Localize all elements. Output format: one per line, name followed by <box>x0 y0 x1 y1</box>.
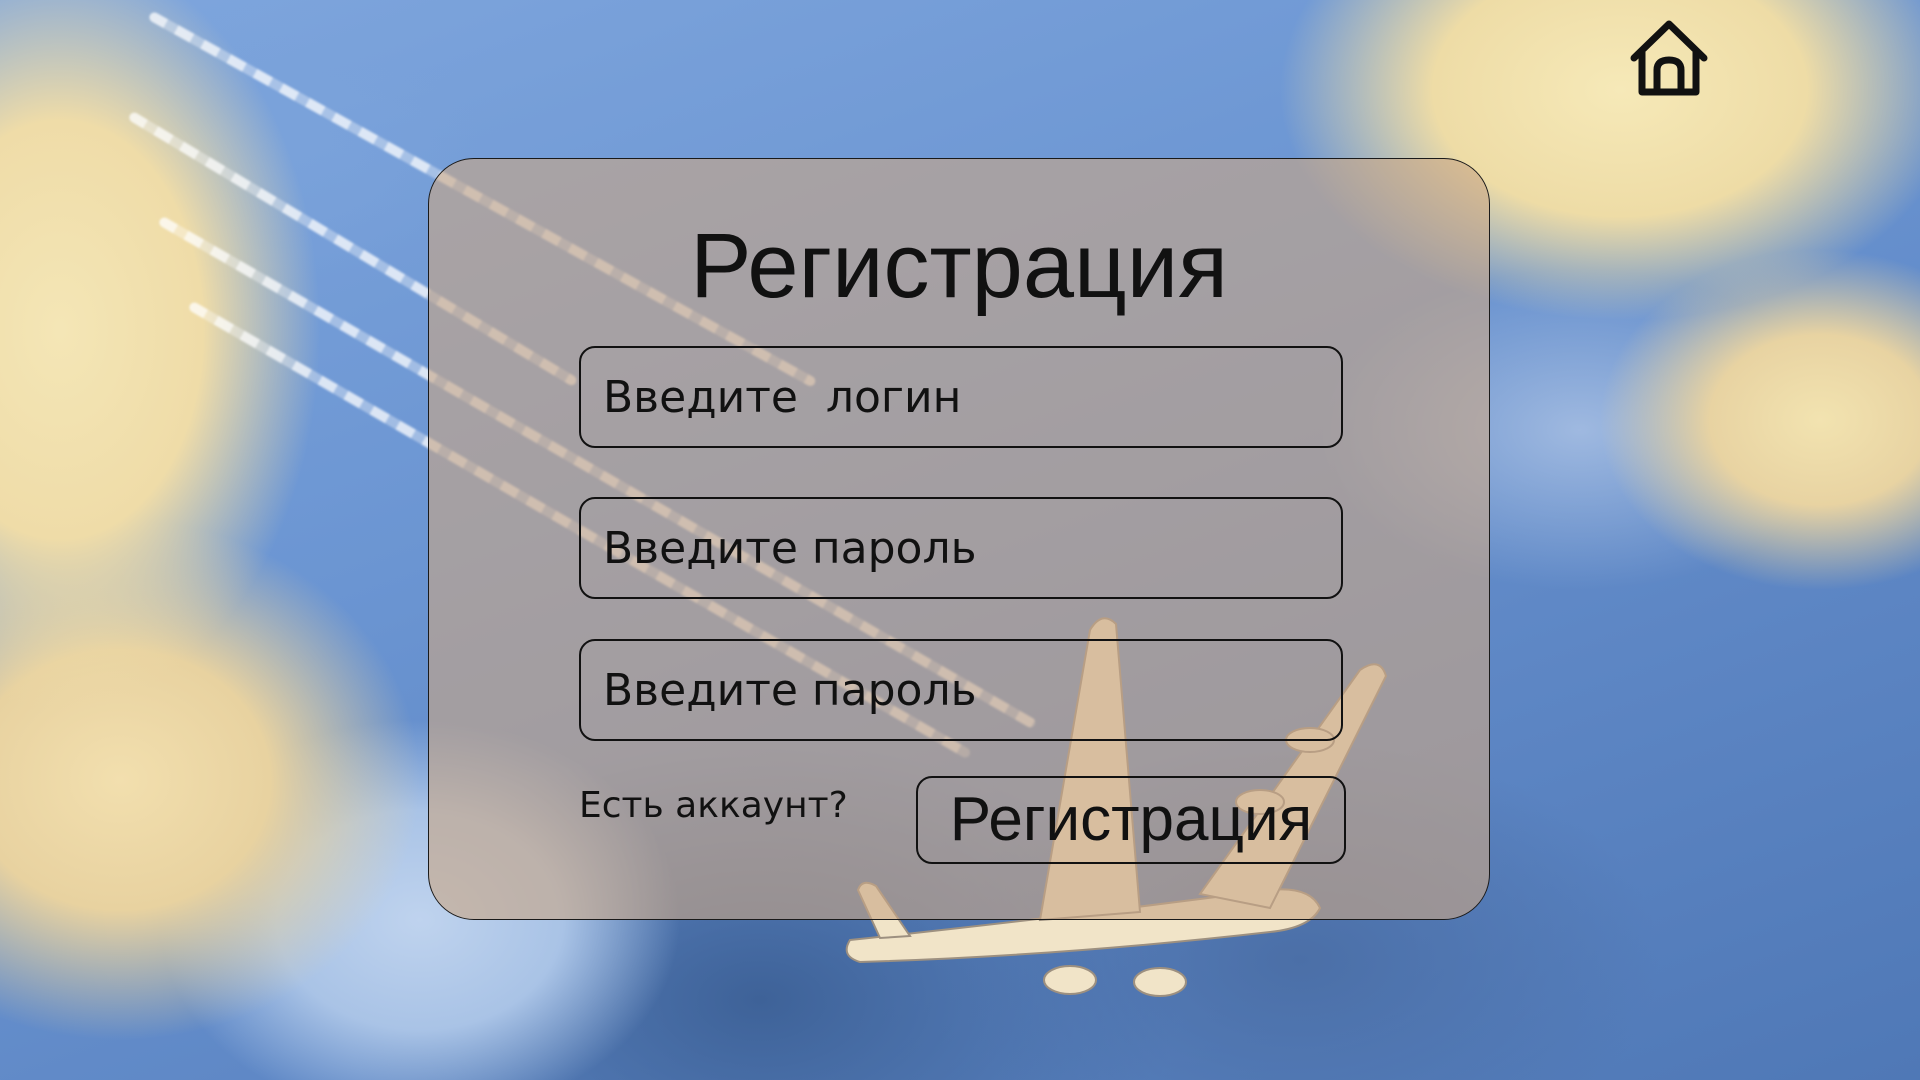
registration-card: Регистрация Есть аккаунт? Регистрация <box>428 158 1490 920</box>
password-confirm-input[interactable] <box>579 639 1343 741</box>
have-account-link[interactable]: Есть аккаунт? <box>579 784 848 828</box>
login-input[interactable] <box>579 346 1343 448</box>
home-button[interactable] <box>1628 18 1710 100</box>
page-title: Регистрация <box>690 215 1228 317</box>
register-button[interactable]: Регистрация <box>916 776 1346 864</box>
password-input[interactable] <box>579 497 1343 599</box>
home-icon <box>1630 20 1708 96</box>
